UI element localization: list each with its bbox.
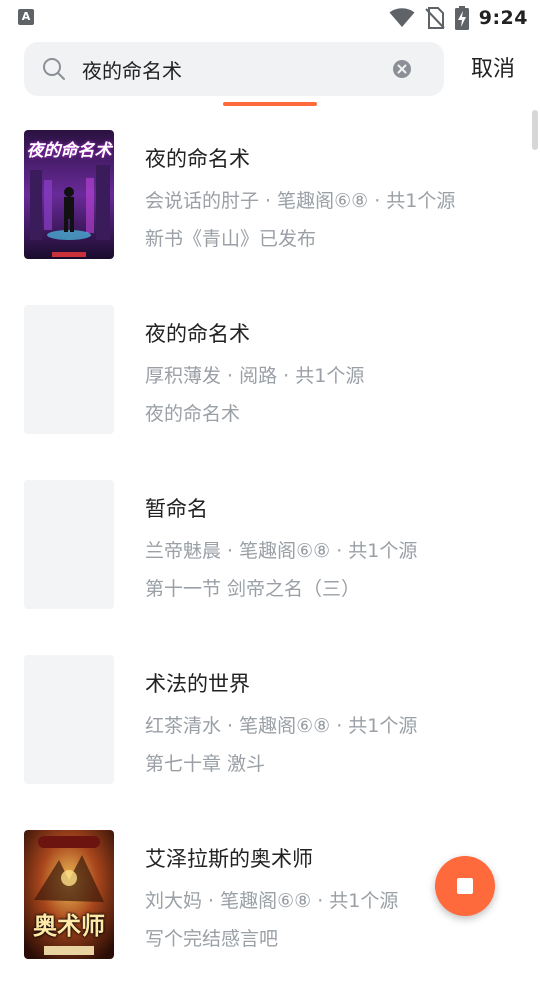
book-cover-placeholder	[24, 655, 114, 784]
book-cover: 奥术师	[24, 830, 114, 959]
book-cover-title: 夜的命名术	[26, 141, 112, 161]
wifi-icon	[389, 8, 415, 27]
book-meta: 红茶清水 · 笔趣阁⑥⑧ · 共1个源	[145, 715, 418, 737]
book-cover-placeholder	[24, 480, 114, 609]
search-result-item[interactable]: 夜的命名术 夜的命名术 会说话的肘子 · 笔趣阁⑥⑧ · 共1个源 新书《青山》…	[0, 110, 540, 285]
book-meta: 刘大妈 · 笔趣阁⑥⑧ · 共1个源	[145, 890, 399, 912]
search-result-list: 夜的命名术 夜的命名术 会说话的肘子 · 笔趣阁⑥⑧ · 共1个源 新书《青山》…	[0, 110, 540, 985]
app-notification-icon: A	[18, 9, 34, 25]
status-time: 9:24	[478, 7, 528, 29]
book-latest-chapter: 第十一节 剑帝之名（三）	[145, 578, 361, 600]
no-sim-icon	[425, 7, 445, 29]
search-result-item[interactable]: 术法的世界 红茶清水 · 笔趣阁⑥⑧ · 共1个源 第七十章 激斗	[0, 635, 540, 810]
search-icon	[43, 58, 65, 80]
book-latest-chapter: 夜的命名术	[145, 403, 241, 425]
search-result-item[interactable]: 暂命名 兰帝魅晨 · 笔趣阁⑥⑧ · 共1个源 第十一节 剑帝之名（三）	[0, 460, 540, 635]
book-latest-chapter: 新书《青山》已发布	[145, 228, 317, 250]
status-icons: 9:24	[389, 5, 528, 31]
book-cover: 夜的命名术	[24, 130, 114, 259]
book-meta: 会说话的肘子 · 笔趣阁⑥⑧ · 共1个源	[145, 190, 456, 212]
search-result-item[interactable]: 夜的命名术 厚积薄发 · 阅路 · 共1个源 夜的命名术	[0, 285, 540, 460]
book-latest-chapter: 写个完结感言吧	[145, 928, 279, 950]
stop-icon	[457, 878, 473, 894]
book-latest-chapter: 第七十章 激斗	[145, 753, 266, 775]
search-input[interactable]	[82, 50, 382, 88]
book-title: 夜的命名术	[145, 322, 250, 346]
book-title: 暂命名	[145, 497, 208, 521]
book-meta: 厚积薄发 · 阅路 · 共1个源	[145, 365, 365, 387]
battery-charging-icon	[454, 6, 469, 30]
search-bar[interactable]	[24, 42, 444, 96]
book-title: 艾泽拉斯的奥术师	[145, 847, 313, 871]
book-title: 夜的命名术	[145, 147, 250, 171]
clear-circle-icon[interactable]	[392, 59, 412, 79]
book-cover-placeholder	[24, 305, 114, 434]
search-progress-indicator	[223, 102, 317, 106]
book-cover-title: 奥术师	[33, 911, 105, 940]
cancel-button[interactable]: 取消	[460, 48, 526, 92]
book-meta: 兰帝魅晨 · 笔趣阁⑥⑧ · 共1个源	[145, 540, 418, 562]
stop-search-button[interactable]	[435, 856, 495, 916]
status-bar: A 9:24	[0, 0, 540, 36]
book-title: 术法的世界	[145, 672, 250, 696]
